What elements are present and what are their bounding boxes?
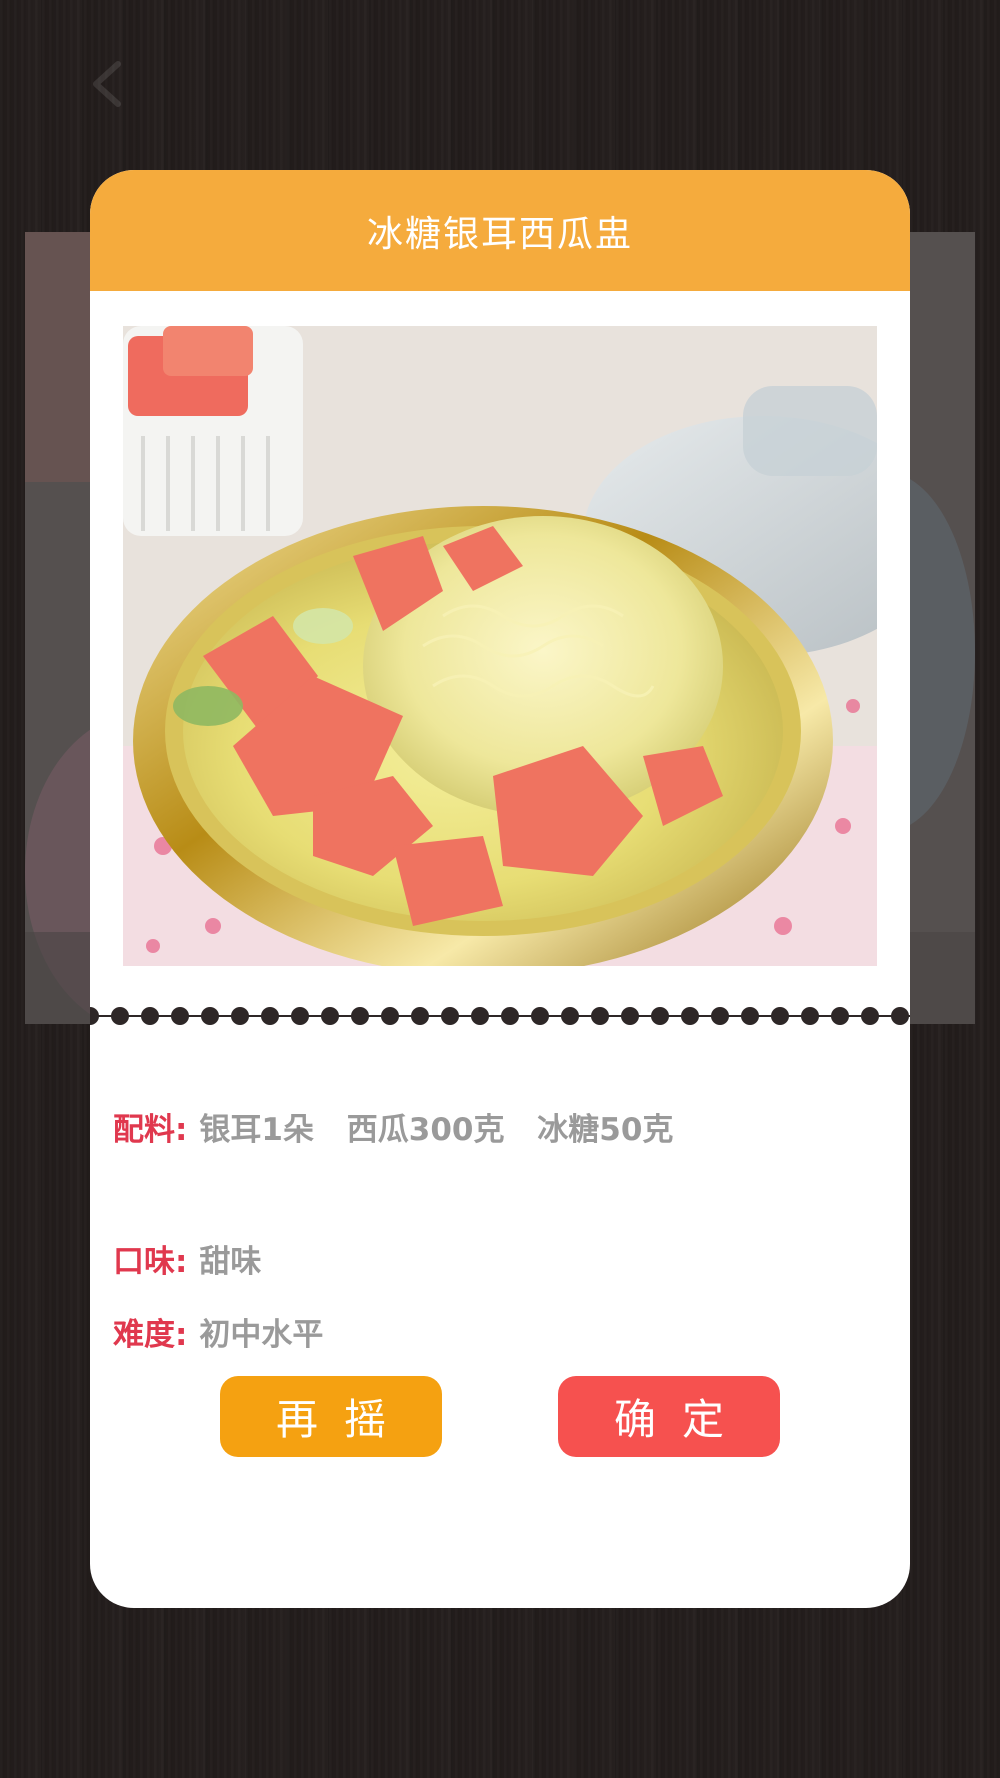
difficulty-value: 初中水平 [199,1317,324,1353]
recipe-card: 冰糖银耳西瓜盅 配料: 银耳1朵 西瓜300克 冰糖50克 口味: 甜味 难度:… [90,170,910,1608]
recipe-title: 冰糖银耳西瓜盅 [366,213,633,255]
taste-label: 口味: [113,1244,188,1280]
card-header: 冰糖银耳西瓜盅 [90,170,910,291]
ingredient-item: 西瓜300克 [346,1112,505,1148]
back-arrow-icon[interactable] [82,56,138,112]
ingredients-list: 银耳1朵 西瓜300克 冰糖50克 [199,1104,673,1149]
ticket-perforation [90,1004,910,1028]
ingredients-row: 配料: 银耳1朵 西瓜300克 冰糖50克 [113,1104,673,1149]
ingredient-item: 银耳1朵 [199,1112,314,1148]
ingredient-item: 冰糖50克 [537,1112,674,1148]
reshake-button[interactable]: 再摇 [220,1376,442,1457]
dessert-photo [123,326,877,966]
confirm-button[interactable]: 确定 [558,1376,780,1457]
difficulty-row: 难度: 初中水平 [113,1309,323,1354]
taste-value: 甜味 [199,1244,262,1280]
difficulty-label: 难度: [113,1317,188,1353]
taste-row: 口味: 甜味 [113,1236,261,1281]
ingredients-label: 配料: [113,1112,188,1148]
